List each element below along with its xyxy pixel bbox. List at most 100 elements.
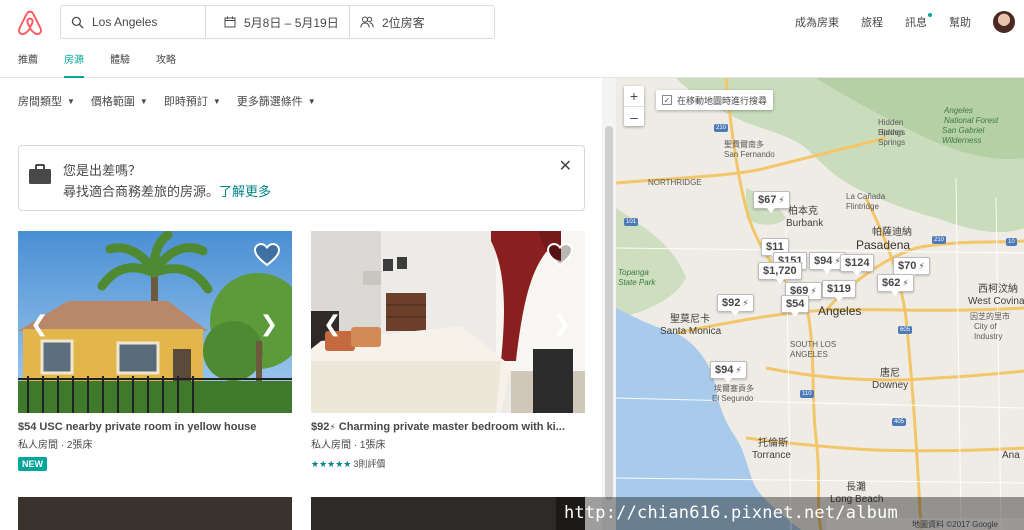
map-label: San Gabriel Wilderness: [942, 126, 985, 145]
filter-room-type[interactable]: 房間類型 ▼: [18, 93, 75, 109]
listing-price: $54: [18, 421, 37, 433]
bedroom-photo: [311, 231, 585, 413]
filter-instant-book[interactable]: 即時預訂 ▼: [164, 93, 221, 109]
pin-price: $70: [898, 260, 917, 272]
route-shield: 405: [892, 418, 907, 426]
search-as-move-checkbox[interactable]: ✓ 在移動地圖時進行搜尋: [656, 90, 774, 110]
nav-trips[interactable]: 旅程: [861, 14, 883, 30]
chevron-right-icon[interactable]: ❯: [553, 311, 571, 337]
chevron-right-icon[interactable]: ❯: [260, 311, 278, 337]
tab-guides[interactable]: 攻略: [156, 44, 176, 78]
map-label: 唐尼: [880, 368, 900, 379]
zoom-out-button[interactable]: –: [624, 106, 644, 126]
map-price-pin[interactable]: $70 ⚡: [893, 257, 930, 279]
map-label: 西柯汶納: [978, 284, 1018, 295]
listing-title[interactable]: $92⚡ Charming private master bedroom wit…: [311, 421, 585, 433]
nav-messages[interactable]: 訊息: [905, 13, 932, 30]
map-price-pin[interactable]: $124: [840, 254, 875, 276]
calendar-icon: [224, 16, 236, 28]
map-label: Pasadena: [856, 238, 911, 252]
pin-price: $67: [758, 194, 777, 206]
listing-card[interactable]: ❮ ❯ $92⚡ Charming private master bedroom…: [311, 231, 585, 470]
location-value: Los Angeles: [92, 15, 158, 29]
search-bar[interactable]: Los Angeles 5月8日 – 5月19日 2位房客: [60, 5, 495, 39]
map-label: Burbank: [786, 218, 824, 229]
date-range-field[interactable]: 5月8日 – 5月19日: [206, 6, 350, 38]
route-shield: 110: [800, 390, 814, 398]
filter-instant-book-label: 即時預訂: [163, 96, 208, 108]
filter-price[interactable]: 價格範圍 ▼: [91, 93, 148, 109]
filter-more-label: 更多篩選條件: [236, 96, 303, 108]
business-travel-banner: 您是出差嗎？ 尋找適合商務差旅的房源。了解更多 ✕: [18, 145, 585, 211]
star-rating: ★★★★★ 3則評價: [311, 457, 585, 470]
tab-experiences[interactable]: 體驗: [110, 44, 130, 78]
chevron-down-icon: ▼: [139, 96, 148, 106]
map-label: 聖費爾南多 San Fernando: [724, 140, 775, 159]
instant-book-icon: ⚡: [810, 286, 817, 296]
chevron-down-icon: ▼: [307, 96, 316, 106]
zoom-in-button[interactable]: +: [624, 86, 644, 106]
chevron-down-icon: ▼: [212, 96, 221, 106]
map-price-pin[interactable]: $62 ⚡: [877, 274, 914, 296]
listing-card[interactable]: ❮ ❯ $54 USC nearby private room in yello…: [18, 231, 292, 472]
heart-icon[interactable]: [547, 243, 573, 267]
category-tabs: 推薦 房源 體驗 攻略: [0, 44, 1024, 78]
map-price-pin[interactable]: $1,720: [758, 262, 802, 284]
star-icons: ★★★★★: [311, 459, 352, 469]
map[interactable]: + – ✓ 在移動地圖時進行搜尋 Angeles National Forest…: [616, 78, 1024, 530]
map-price-pin[interactable]: $92 ⚡: [717, 294, 754, 316]
map-label: NORTHRIDGE: [648, 178, 702, 187]
route-shield: 605: [898, 326, 913, 334]
guests-field[interactable]: 2位房客: [350, 6, 494, 38]
pin-price: $1,720: [763, 265, 797, 277]
map-price-pin[interactable]: $54: [781, 295, 810, 317]
map-label: Ana: [1002, 450, 1020, 461]
instant-book-icon: ⚡: [778, 195, 785, 205]
map-label: Downey: [872, 380, 909, 391]
guests-value: 2位房客: [382, 15, 425, 30]
filter-room-type-label: 房間類型: [18, 96, 62, 108]
map-label: La Cañada Flintridge: [846, 192, 886, 211]
search-icon: [71, 16, 84, 29]
new-badge: NEW: [18, 457, 47, 471]
listing-photo[interactable]: ❮ ❯: [18, 231, 292, 413]
map-price-pin[interactable]: $94 ⚡: [710, 361, 747, 383]
location-field[interactable]: Los Angeles: [61, 6, 206, 38]
map-label: 聖莫尼卡: [670, 314, 710, 325]
tab-recommended[interactable]: 推薦: [18, 44, 38, 78]
map-label: 帕薩迪納: [872, 227, 912, 238]
map-label: SOUTH LOS ANGELES: [790, 340, 837, 359]
nav-help[interactable]: 幫助: [949, 14, 971, 30]
pin-price: $119: [827, 283, 851, 295]
banner-subtitle-text: 尋找適合商務差旅的房源。: [63, 184, 220, 199]
nav-become-host[interactable]: 成為房東: [795, 14, 839, 30]
watermark-text: http://chian616.pixnet.net/album: [564, 503, 898, 523]
scrollbar-thumb[interactable]: [605, 126, 613, 500]
chevron-left-icon[interactable]: ❮: [30, 311, 48, 337]
filter-more[interactable]: 更多篩選條件 ▼: [237, 93, 316, 109]
route-shield: 10: [1006, 238, 1017, 246]
listing-name: USC nearby private room in yellow house: [39, 421, 257, 433]
listing-title[interactable]: $54 USC nearby private room in yellow ho…: [18, 421, 292, 433]
instant-book-icon: ⚡: [735, 365, 742, 375]
header-nav: 成為房東 旅程 訊息 幫助: [795, 0, 1024, 44]
chevron-left-icon[interactable]: ❮: [323, 311, 341, 337]
date-range-value: 5月8日 – 5月19日: [244, 15, 339, 30]
learn-more-link[interactable]: 了解更多: [219, 184, 271, 199]
route-shield: 210: [932, 236, 947, 244]
map-price-pin[interactable]: $119: [822, 280, 856, 302]
avatar[interactable]: [993, 11, 1015, 33]
map-label: El Segundo: [712, 394, 754, 403]
tab-homes[interactable]: 房源: [64, 44, 84, 78]
listing-photo[interactable]: ❮ ❯: [311, 231, 585, 413]
filter-price-label: 價格範圍: [90, 96, 135, 108]
map-label: Hidden Springs: [878, 128, 906, 147]
heart-icon[interactable]: [254, 243, 280, 267]
map-price-pin[interactable]: $67 ⚡: [753, 191, 790, 213]
map-label: Angeles: [818, 304, 862, 318]
map-label: 因芝的里市: [970, 312, 1010, 321]
map-label: Topanga State Park: [618, 268, 656, 287]
checkbox-checked-icon: ✓: [662, 95, 672, 105]
close-icon[interactable]: ✕: [559, 156, 572, 176]
airbnb-logo-icon[interactable]: [16, 9, 44, 37]
